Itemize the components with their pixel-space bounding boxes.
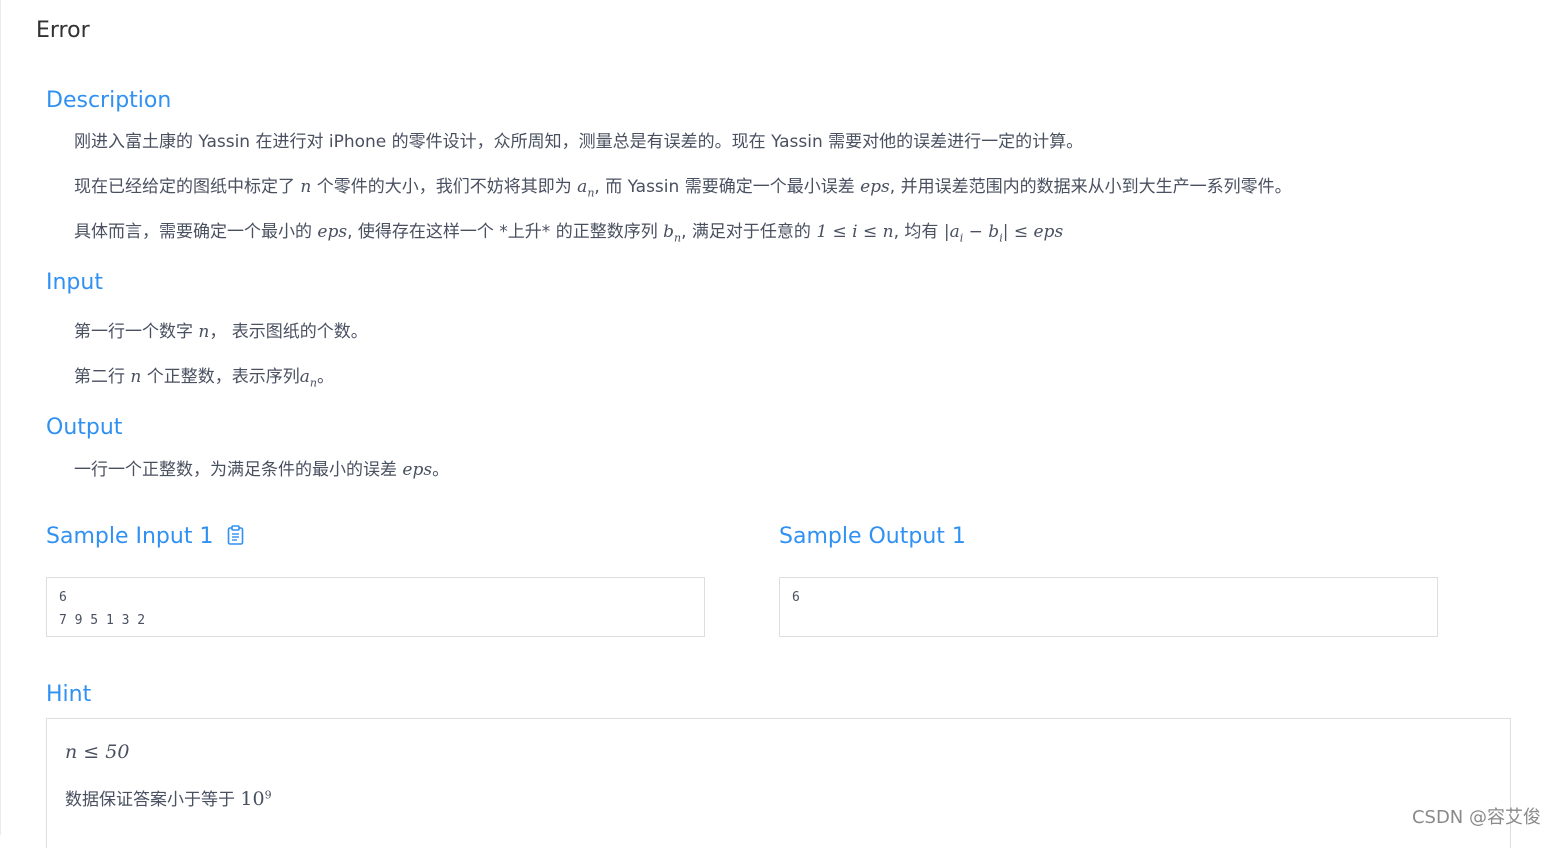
sample-input-box[interactable]: 6 7 9 5 1 3 2 xyxy=(46,577,705,637)
hint-line-2: 数据保证答案小于等于 109 xyxy=(65,788,272,810)
left-border xyxy=(0,0,1,835)
hint-heading: Hint xyxy=(46,682,92,707)
input-heading: Input xyxy=(46,270,103,295)
description-paragraph-1: 刚进入富土康的 Yassin 在进行对 iPhone 的零件设计，众所周知，测量… xyxy=(74,132,1084,152)
description-heading: Description xyxy=(46,88,172,113)
watermark: CSDN @容艾俊 xyxy=(1411,807,1541,828)
hint-line-1: n ≤ 50 xyxy=(65,741,130,763)
output-heading: Output xyxy=(46,415,123,440)
output-paragraph-1: 一行一个正整数，为满足条件的最小的误差 eps。 xyxy=(74,460,450,480)
sample-input-heading: Sample Input 1 xyxy=(46,524,244,551)
sample-output-box[interactable]: 6 xyxy=(779,577,1438,637)
hint-box: n ≤ 50 数据保证答案小于等于 109 xyxy=(46,718,1511,848)
description-paragraph-3: 具体而言，需要确定一个最小的 eps, 使得存在这样一个 *上升* 的正整数序列… xyxy=(74,222,1064,245)
input-paragraph-2: 第二行 n 个正整数，表示序列an。 xyxy=(74,367,334,390)
sample-output-heading: Sample Output 1 xyxy=(779,524,966,549)
page-title: Error xyxy=(36,18,90,43)
clipboard-icon[interactable] xyxy=(227,525,244,551)
description-paragraph-2: 现在已经给定的图纸中标定了 n 个零件的大小，我们不妨将其即为 an, 而 Ya… xyxy=(74,177,1292,200)
input-paragraph-1: 第一行一个数字 n， 表示图纸的个数。 xyxy=(74,322,368,342)
